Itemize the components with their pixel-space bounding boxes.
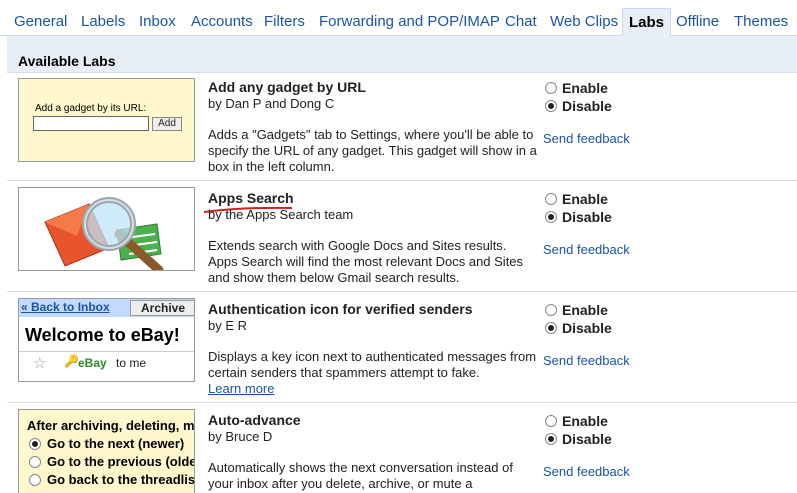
disable-radio[interactable] [545,433,557,445]
lab-thumbnail: « Back to Inbox Archive Welcome to eBay!… [18,298,195,382]
enable-option[interactable]: Enable [545,302,608,318]
thumb-input [33,116,149,131]
lab-title: Add any gadget by URL [208,79,366,95]
magnifier-envelope-icon [44,197,164,270]
thumb-archive-button: Archive [130,300,194,316]
thumb-sender: eBay [78,356,107,370]
disable-radio[interactable] [545,100,557,112]
tab-chat[interactable]: Chat [505,13,537,30]
enable-radio[interactable] [545,304,557,316]
lab-author: by Bruce D [208,429,273,444]
disable-radio[interactable] [545,211,557,223]
enable-radio[interactable] [545,82,557,94]
thumb-option: Go to the previous (older [29,454,194,469]
disable-radio[interactable] [545,322,557,334]
thumb-option: Go to the next (newer) [29,436,184,451]
disable-option[interactable]: Disable [545,431,612,447]
lab-row-auto-advance: After archiving, deleting, m Go to the n… [7,402,797,493]
thumb-sender-strip: ☆ 🔑 eBay to me [19,351,194,375]
lab-author: by the Apps Search team [208,207,354,222]
disable-option[interactable]: Disable [545,320,612,336]
lab-author: by Dan P and Dong C [208,96,335,111]
thumb-radio [29,473,41,486]
enable-option[interactable]: Enable [545,191,608,207]
disable-option[interactable]: Disable [545,209,612,225]
lab-thumbnail: Add a gadget by its URL: Add [18,78,195,162]
tab-labels[interactable]: Labels [81,13,125,30]
key-icon: 🔑 [64,354,79,368]
enable-option[interactable]: Enable [545,413,608,429]
lab-thumbnail: After archiving, deleting, m Go to the n… [18,409,195,493]
section-title: Available Labs [18,53,116,69]
send-feedback-link[interactable]: Send feedback [543,242,630,257]
lab-description: Displays a key icon next to authenticate… [208,349,537,396]
tab-filters[interactable]: Filters [264,13,305,30]
tab-forwarding[interactable]: Forwarding and POP/IMAP [319,13,500,30]
enable-option[interactable]: Enable [545,80,608,96]
lab-description: Extends search with Google Docs and Site… [208,238,524,285]
disable-option[interactable]: Disable [545,98,612,114]
tab-labs[interactable]: Labs [622,8,672,37]
lab-title: Apps Search [208,190,294,206]
thumb-add-button: Add [152,117,182,131]
tab-themes[interactable]: Themes [734,13,788,30]
enable-radio[interactable] [545,193,557,205]
settings-tabs: General Labels Inbox Accounts Filters Fo… [0,0,797,37]
lab-author: by E R [208,318,248,333]
thumb-heading: After archiving, deleting, m [27,418,195,433]
lab-thumbnail [18,187,195,271]
tab-offline[interactable]: Offline [676,13,719,30]
thumb-radio [29,455,41,468]
lab-row-gadget-url: Add a gadget by its URL: Add Add any gad… [7,72,797,180]
lab-title: Auto-advance [208,412,301,428]
thumb-option: Go back to the threadlis [29,472,194,487]
lab-row-auth-icon: « Back to Inbox Archive Welcome to eBay!… [7,291,797,402]
lab-description: Adds a "Gadgets" tab to Settings, where … [208,127,537,174]
thumb-label: Add a gadget by its URL: [35,103,147,114]
tab-inbox[interactable]: Inbox [139,13,176,30]
lab-description: Automatically shows the next conversatio… [208,460,513,491]
thumb-back-link: « Back to Inbox [21,300,110,314]
thumb-radio [29,437,41,450]
enable-radio[interactable] [545,415,557,427]
send-feedback-link[interactable]: Send feedback [543,353,630,368]
lab-title: Authentication icon for verified senders [208,301,473,317]
learn-more-link[interactable]: Learn more [208,381,274,396]
tab-general[interactable]: General [14,13,67,30]
thumb-recipient: to me [116,356,147,370]
send-feedback-link[interactable]: Send feedback [543,131,630,146]
thumb-subject: Welcome to eBay! [25,325,180,345]
star-icon: ☆ [33,355,47,372]
lab-row-apps-search: Apps Search by the Apps Search team Exte… [7,180,797,291]
send-feedback-link[interactable]: Send feedback [543,464,630,479]
tab-web-clips[interactable]: Web Clips [550,13,618,30]
tab-accounts[interactable]: Accounts [191,13,253,30]
